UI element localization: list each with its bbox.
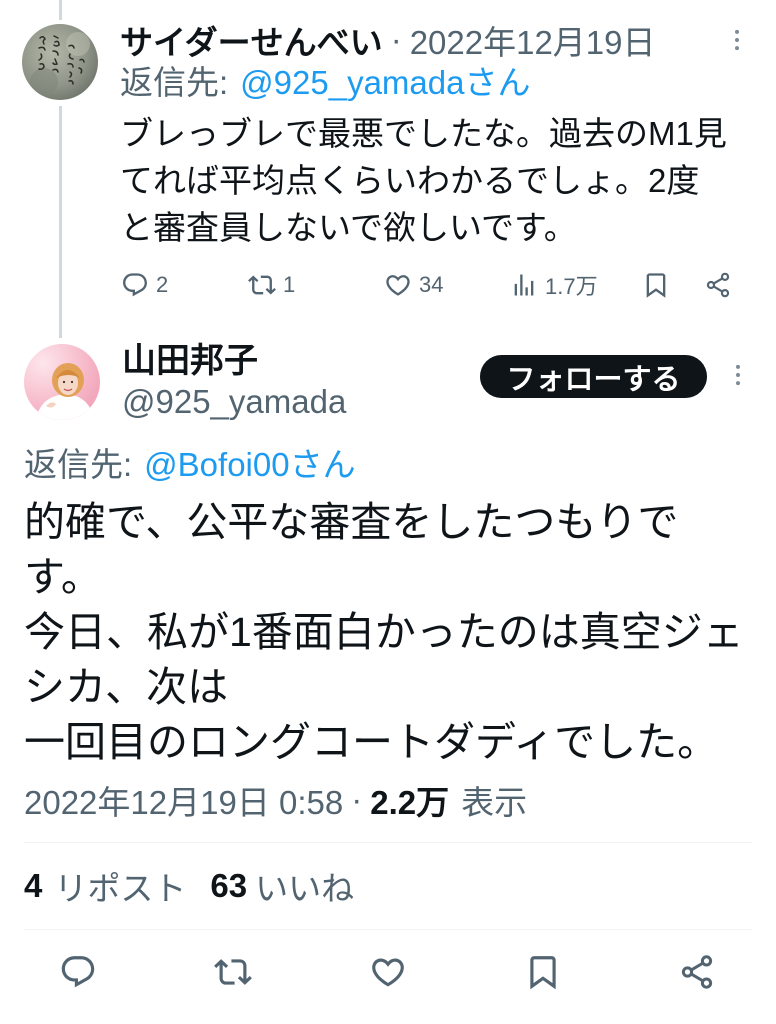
tweet-text-line: す。: [24, 554, 102, 600]
views-label: 表示: [461, 784, 528, 821]
tweet-timestamp[interactable]: 2022年12月19日 0:58: [24, 776, 343, 824]
reply-count: 2: [156, 272, 169, 297]
author-name[interactable]: 山田邦子: [122, 333, 258, 382]
avatar-image: [22, 24, 98, 100]
tweet-text-line: 的確で、公平な審査をしたつもりで: [24, 499, 679, 545]
thread-line-top: [59, 0, 62, 20]
heart-icon[interactable]: [384, 271, 412, 299]
repost-count: 1: [283, 272, 296, 297]
share-button[interactable]: [678, 953, 716, 991]
more-button[interactable]: [724, 361, 752, 389]
views-count: 2.2万: [370, 784, 450, 821]
avatar[interactable]: [22, 24, 98, 100]
tweet-text: ブレっブレで最悪でしたな。過去のM1見 てれば平均点くらいわかるでしょ。2度 と…: [120, 110, 727, 251]
reposts-count[interactable]: 4: [24, 867, 42, 905]
follow-button[interactable]: フォローする: [480, 355, 707, 398]
reply-to-handle[interactable]: @Bofoi00さん: [144, 438, 355, 486]
reply-to-label: 返信先:: [120, 64, 229, 101]
more-vertical-icon[interactable]: [724, 361, 752, 389]
repost-icon[interactable]: [248, 271, 276, 299]
likes-label[interactable]: いいね: [255, 862, 354, 910]
tweet-text-line: 今日、私が1番面白かったのは真空ジェ: [24, 609, 744, 655]
author-handle[interactable]: @925_yamada: [122, 383, 346, 421]
views-count: 1.7万: [545, 274, 598, 299]
like-button[interactable]: 34: [384, 271, 443, 299]
heart-icon[interactable]: [369, 953, 407, 991]
reply-tweet-header: サイダーせんべい · 2022年12月19日: [120, 19, 656, 61]
reply-to-handle[interactable]: @925_yamadaさん: [240, 56, 530, 104]
tweet-thread-page: サイダーせんべい · 2022年12月19日 返信先: @925_yamadaさ…: [0, 0, 776, 1024]
share-icon[interactable]: [704, 271, 732, 299]
repost-button[interactable]: 1: [248, 271, 295, 299]
reply-to-label: 返信先:: [24, 446, 133, 483]
bookmark-icon[interactable]: [642, 271, 670, 299]
tweet-text-line: シカ、次は: [24, 664, 229, 710]
share-button[interactable]: [704, 271, 732, 299]
tweet-text-line: てれば平均点くらいわかるでしょ。2度: [120, 162, 700, 199]
reply-icon[interactable]: [121, 271, 149, 299]
tweet-text-line: 一回目のロングコートダディでした。: [24, 719, 719, 765]
tweet-meta: 2022年12月19日 0:58 · 2.2万 表示: [24, 779, 527, 821]
meta-separator: ·: [351, 781, 363, 818]
tweet-text: 的確で、公平な審査をしたつもりで す。 今日、私が1番面白かったのは真空ジェ シ…: [24, 495, 744, 770]
engagement-stats: 4 リポスト 63 いいね: [24, 865, 354, 907]
like-button[interactable]: [369, 953, 407, 991]
like-count: 34: [419, 272, 444, 297]
divider: [24, 929, 752, 930]
reply-to-line: 返信先: @925_yamadaさん: [120, 59, 531, 101]
more-button[interactable]: [723, 26, 751, 54]
tweet-text-line: ブレっブレで最悪でしたな。過去のM1見: [120, 115, 727, 152]
more-vertical-icon[interactable]: [723, 26, 751, 54]
reposts-label[interactable]: リポスト: [54, 862, 186, 910]
bookmark-icon[interactable]: [524, 953, 562, 991]
bookmark-button[interactable]: [524, 953, 562, 991]
reply-to-line: 返信先: @Bofoi00さん: [24, 441, 356, 483]
views-button[interactable]: 1.7万: [510, 271, 598, 299]
reply-icon[interactable]: [59, 953, 97, 991]
reply-button[interactable]: 2: [121, 271, 168, 299]
repost-button[interactable]: [214, 953, 252, 991]
divider: [24, 842, 752, 843]
repost-icon[interactable]: [214, 953, 252, 991]
share-icon[interactable]: [678, 953, 716, 991]
thread-line: [59, 106, 62, 338]
avatar-image: [24, 344, 100, 420]
author-handle-row: @925_yamada: [122, 381, 346, 423]
tweet-text-line: と審査員しないで欲しいです。: [120, 209, 577, 246]
author-name-row: 山田邦子: [122, 336, 258, 380]
likes-count[interactable]: 63: [210, 867, 247, 905]
avatar[interactable]: [24, 344, 100, 420]
views-icon[interactable]: [510, 271, 538, 299]
reply-button[interactable]: [59, 953, 97, 991]
bookmark-button[interactable]: [642, 271, 670, 299]
header-separator: ·: [390, 21, 402, 58]
